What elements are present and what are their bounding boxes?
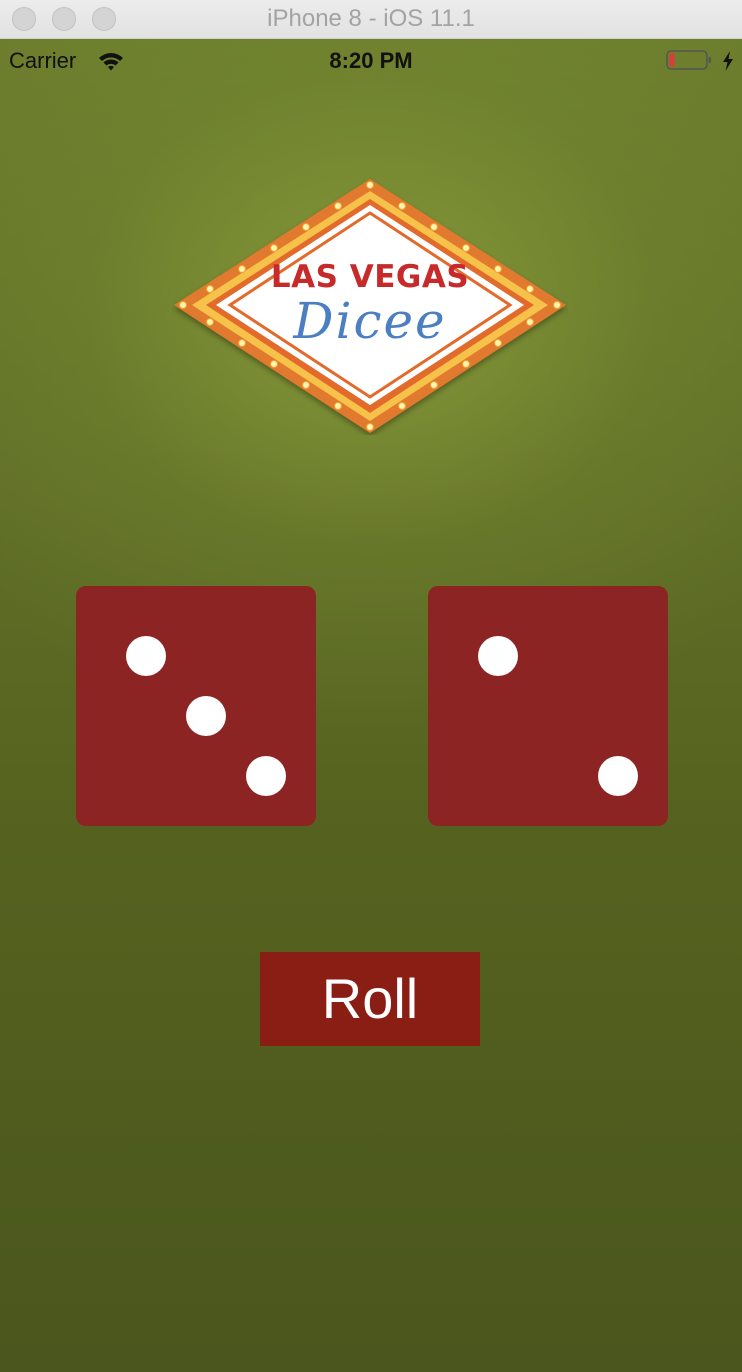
die-pip: [478, 636, 518, 676]
die-pip: [598, 756, 638, 796]
die-pip: [186, 696, 226, 736]
right-die: [428, 586, 668, 826]
battery-low-icon: [666, 50, 711, 70]
status-bar: Carrier 8:20 PM: [0, 39, 742, 83]
clock-time: 8:20 PM: [329, 48, 413, 73]
charging-bolt-icon: [723, 51, 733, 71]
left-die: [76, 586, 316, 826]
simulator-window: iPhone 8 - iOS 11.1 Carrier 8:20 PM LAS …: [0, 0, 742, 1372]
logo-title: LAS VEGAS: [270, 259, 470, 295]
window-title: iPhone 8 - iOS 11.1: [267, 5, 475, 32]
title-bar: iPhone 8 - iOS 11.1: [0, 0, 742, 39]
die-pip: [246, 756, 286, 796]
app-screen: Carrier 8:20 PM LAS VEGAS Dicee Roll: [0, 39, 742, 1372]
las-vegas-dicee-logo: LAS VEGAS Dicee: [172, 177, 568, 435]
logo-script: Dicee: [293, 292, 447, 350]
die-pip: [126, 636, 166, 676]
roll-button[interactable]: Roll: [260, 952, 480, 1046]
